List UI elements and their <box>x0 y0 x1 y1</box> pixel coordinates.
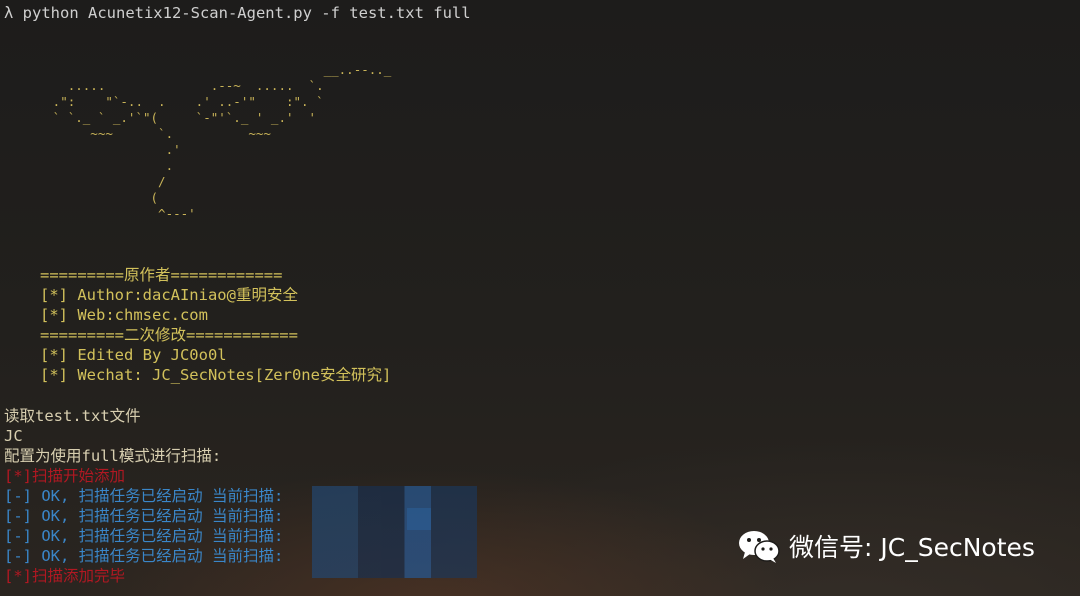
credits-header-original: =========原作者============ <box>40 266 283 284</box>
credits-author: [*] Author:dacAIniao@重明安全 <box>40 286 298 304</box>
output-line-scan-start: [*]扫描开始添加 <box>4 467 125 485</box>
output-line-scan-ok: [-] OK, 扫描任务已经启动 当前扫描: <box>4 507 284 525</box>
credits-edited: [*] Edited By JC0o0l <box>40 346 227 364</box>
watermark: 微信号: JC_SecNotes <box>737 528 1035 564</box>
wechat-icon <box>739 531 780 563</box>
output-line-scan-ok: [-] OK, 扫描任务已经启动 当前扫描: <box>4 547 284 565</box>
output-line: 配置为使用full模式进行扫描: <box>4 447 222 465</box>
terminal-window[interactable]: λ python Acunetix12-Scan-Agent.py -f tes… <box>0 0 1080 596</box>
output-line-scan-ok: [-] OK, 扫描任务已经启动 当前扫描: <box>4 487 284 505</box>
output-line-scan-done: [*]扫描添加完毕 <box>4 567 125 585</box>
credits-header-modified: =========二次修改============ <box>40 326 298 344</box>
ascii-art: __..--.._ ..... .--~ ..... `. .": "`-.. … <box>52 62 392 221</box>
redacted-target-area <box>312 486 477 578</box>
credits-web: [*] Web:chmsec.com <box>40 306 208 324</box>
output-line-scan-ok: [-] OK, 扫描任务已经启动 当前扫描: <box>4 527 284 545</box>
watermark-text: 微信号: JC_SecNotes <box>789 533 1035 562</box>
credits-wechat: [*] Wechat: JC_SecNotes[Zer0ne安全研究] <box>40 366 392 384</box>
output-line: JC <box>4 427 23 445</box>
output-line: 读取test.txt文件 <box>4 407 141 425</box>
command-line: λ python Acunetix12-Scan-Agent.py -f tes… <box>4 4 471 22</box>
